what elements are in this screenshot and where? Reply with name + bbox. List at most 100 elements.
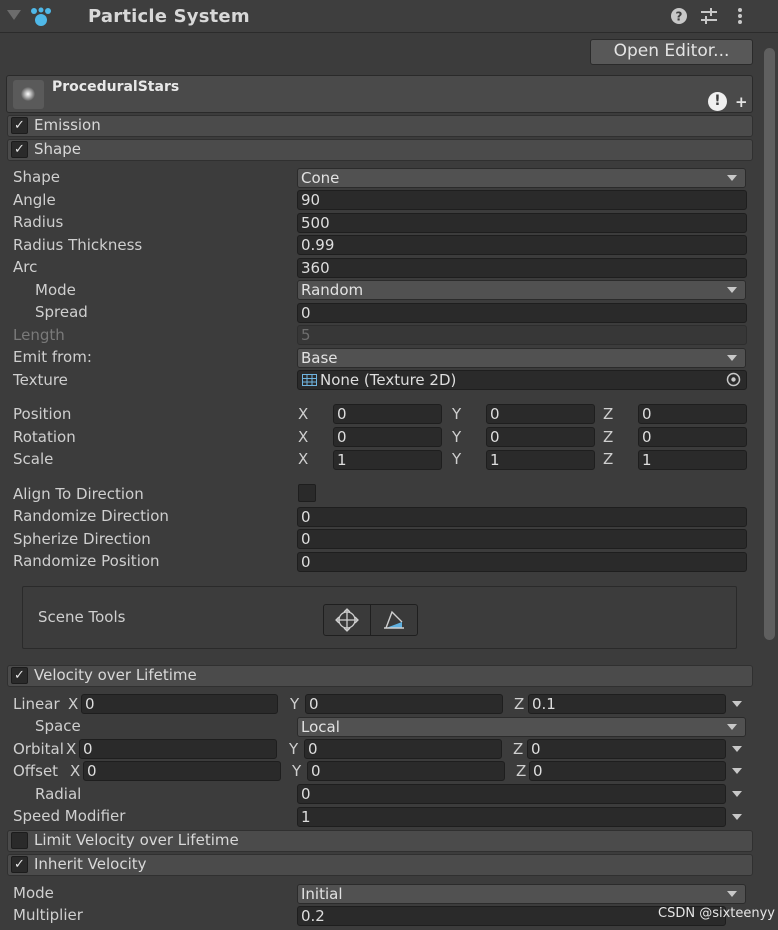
help-icon[interactable]: ? bbox=[670, 7, 690, 27]
scale-z-field[interactable]: 1 bbox=[638, 450, 747, 470]
orbital-z-axis: Z bbox=[513, 740, 524, 758]
emit-from-value: Base bbox=[301, 349, 338, 367]
curve-mode-dropdown-icon[interactable] bbox=[732, 814, 742, 820]
position-label: Position bbox=[13, 405, 72, 423]
module-emission-header[interactable] bbox=[7, 115, 753, 137]
linear-z-field[interactable]: 0.1 bbox=[528, 694, 726, 714]
texture-object-field[interactable]: None (Texture 2D) bbox=[297, 370, 747, 390]
module-limit-velocity-label: Limit Velocity over Lifetime bbox=[34, 831, 239, 849]
chevron-down-icon bbox=[727, 891, 737, 897]
rotation-x-axis: X bbox=[298, 428, 309, 446]
orbital-y-field[interactable]: 0 bbox=[304, 739, 502, 759]
curve-mode-dropdown-icon[interactable] bbox=[732, 701, 742, 707]
linear-z-axis: Z bbox=[514, 695, 525, 713]
radius-thickness-label: Radius Thickness bbox=[13, 236, 143, 254]
rotation-y-axis: Y bbox=[452, 428, 462, 446]
texture-label: Texture bbox=[13, 371, 68, 389]
curve-mode-dropdown-icon[interactable] bbox=[732, 746, 742, 752]
space-label: Space bbox=[35, 717, 81, 735]
length-field: 5 bbox=[297, 325, 747, 345]
move-gizmo-icon bbox=[335, 608, 359, 636]
orbital-x-field[interactable]: 0 bbox=[79, 739, 277, 759]
offset-y-axis: Y bbox=[292, 762, 302, 780]
inherit-velocity-checkbox[interactable]: ✓ bbox=[11, 856, 28, 873]
scale-x-field[interactable]: 1 bbox=[333, 450, 442, 470]
linear-x-field[interactable]: 0 bbox=[81, 694, 278, 714]
orbital-z-field[interactable]: 0 bbox=[527, 739, 726, 759]
warning-icon[interactable]: ! bbox=[708, 92, 727, 111]
rotation-z-field[interactable]: 0 bbox=[638, 427, 747, 447]
more-vert-icon[interactable] bbox=[731, 7, 751, 27]
offset-y-field[interactable]: 0 bbox=[307, 761, 505, 781]
inherit-mode-label: Mode bbox=[13, 884, 54, 902]
length-label: Length bbox=[13, 326, 65, 344]
open-editor-button[interactable]: Open Editor... bbox=[590, 39, 753, 65]
linear-y-field[interactable]: 0 bbox=[305, 694, 503, 714]
offset-z-field[interactable]: 0 bbox=[529, 761, 726, 781]
angle-field[interactable]: 90 bbox=[297, 190, 747, 210]
rotation-y-field[interactable]: 0 bbox=[486, 427, 595, 447]
align-to-direction-checkbox[interactable] bbox=[298, 484, 316, 502]
arc-field[interactable]: 360 bbox=[297, 258, 747, 278]
scale-y-field[interactable]: 1 bbox=[486, 450, 595, 470]
velocity-checkbox[interactable]: ✓ bbox=[11, 667, 28, 684]
radial-label: Radial bbox=[35, 785, 82, 803]
chevron-down-icon bbox=[727, 355, 737, 361]
add-module-icon[interactable]: + bbox=[735, 93, 748, 111]
module-shape-header[interactable] bbox=[7, 139, 753, 161]
randomize-position-field[interactable]: 0 bbox=[297, 552, 747, 572]
align-to-direction-label: Align To Direction bbox=[13, 485, 144, 503]
curve-mode-dropdown-icon[interactable] bbox=[732, 768, 742, 774]
particle-glow-icon bbox=[21, 87, 35, 101]
module-emission-label: Emission bbox=[34, 116, 101, 134]
offset-x-axis: X bbox=[70, 762, 81, 780]
curve-mode-dropdown-icon[interactable] bbox=[732, 791, 742, 797]
position-z-field[interactable]: 0 bbox=[638, 404, 747, 424]
space-dropdown[interactable]: Local bbox=[297, 717, 746, 737]
position-x-axis: X bbox=[298, 405, 309, 423]
arc-mode-label: Mode bbox=[35, 281, 76, 299]
radial-field[interactable]: 0 bbox=[297, 784, 726, 804]
emit-from-dropdown[interactable]: Base bbox=[297, 348, 746, 368]
foldout-arrow-icon[interactable] bbox=[7, 10, 21, 20]
scale-z-axis: Z bbox=[603, 450, 614, 468]
inherit-mode-value: Initial bbox=[301, 885, 343, 903]
radius-label: Radius bbox=[13, 213, 64, 231]
chevron-down-icon bbox=[727, 175, 737, 181]
position-x-field[interactable]: 0 bbox=[333, 404, 442, 424]
randomize-position-label: Randomize Position bbox=[13, 552, 160, 570]
settings-sliders-icon[interactable] bbox=[700, 7, 720, 27]
linear-x-axis: X bbox=[68, 695, 79, 713]
offset-label: Offset bbox=[13, 762, 59, 780]
offset-z-axis: Z bbox=[516, 762, 527, 780]
spherize-direction-label: Spherize Direction bbox=[13, 530, 151, 548]
inherit-mode-dropdown[interactable]: Initial bbox=[297, 884, 746, 904]
arc-mode-dropdown[interactable]: Random bbox=[297, 280, 746, 300]
radius-field[interactable]: 500 bbox=[297, 213, 747, 233]
shape-checkbox[interactable]: ✓ bbox=[11, 141, 28, 158]
shape-dropdown-value: Cone bbox=[301, 169, 340, 187]
object-picker-icon[interactable] bbox=[726, 372, 741, 391]
rotation-z-axis: Z bbox=[603, 428, 614, 446]
spherize-direction-field[interactable]: 0 bbox=[297, 529, 747, 549]
svg-text:?: ? bbox=[676, 10, 683, 24]
rotation-x-field[interactable]: 0 bbox=[333, 427, 442, 447]
randomize-direction-field[interactable]: 0 bbox=[297, 507, 747, 527]
space-dropdown-value: Local bbox=[301, 718, 340, 736]
linear-y-axis: Y bbox=[290, 695, 300, 713]
emission-checkbox[interactable]: ✓ bbox=[11, 117, 28, 134]
particle-system-icon bbox=[30, 7, 52, 31]
chevron-down-icon bbox=[727, 287, 737, 293]
offset-x-field[interactable]: 0 bbox=[83, 761, 281, 781]
limit-velocity-checkbox[interactable] bbox=[11, 832, 28, 849]
position-y-field[interactable]: 0 bbox=[486, 404, 595, 424]
spread-field[interactable]: 0 bbox=[297, 303, 747, 323]
shape-dropdown[interactable]: Cone bbox=[297, 168, 746, 188]
scrollbar-thumb[interactable] bbox=[764, 48, 775, 640]
module-inherit-velocity-label: Inherit Velocity bbox=[34, 855, 147, 873]
speed-modifier-label: Speed Modifier bbox=[13, 807, 126, 825]
speed-modifier-field[interactable]: 1 bbox=[297, 807, 726, 827]
arc-label: Arc bbox=[13, 258, 38, 276]
radius-thickness-field[interactable]: 0.99 bbox=[297, 235, 747, 255]
module-velocity-label: Velocity over Lifetime bbox=[34, 666, 197, 684]
